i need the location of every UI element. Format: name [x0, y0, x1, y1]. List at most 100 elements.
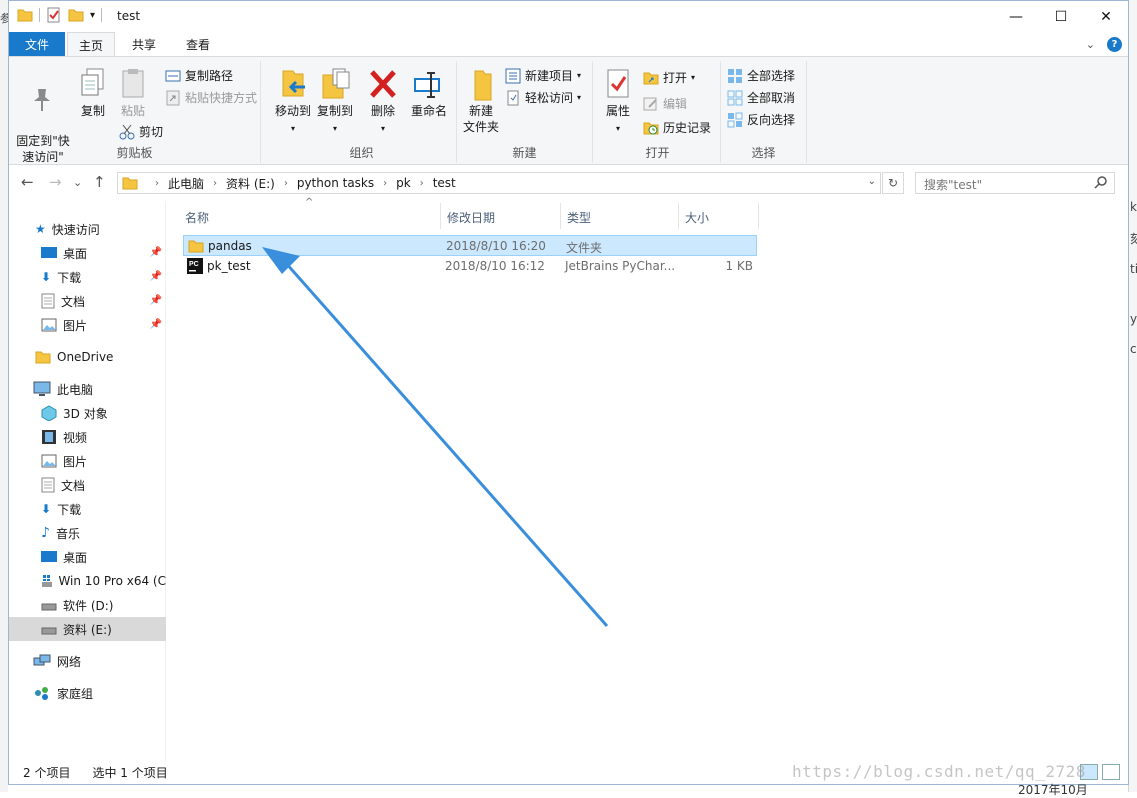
properties-button[interactable]: 属性 ▾ [599, 67, 637, 137]
nav-label: 桌面 [63, 246, 88, 261]
pin-icon[interactable]: 📌 [150, 295, 162, 306]
paste-button[interactable]: 粘贴 [115, 67, 151, 119]
maximize-button[interactable]: ☐ [1038, 1, 1084, 32]
nav-network[interactable]: 网络 [9, 649, 166, 673]
scissors-icon [119, 124, 135, 139]
file-row-pandas[interactable]: pandas 2018/8/10 16:20 文件夹 [183, 235, 757, 256]
move-to-button[interactable]: 移动到 ▾ [273, 67, 313, 137]
cut-button[interactable]: 剪切 [119, 123, 163, 140]
breadcrumb-drive-e[interactable]: 资料 (E:) [226, 175, 275, 192]
address-dropdown-chevron-icon[interactable]: ⌄ [868, 176, 876, 187]
copy-path-label: 复制路径 [185, 69, 234, 83]
column-header-size[interactable]: 大小 [679, 203, 759, 229]
nav-label: 视频 [63, 430, 88, 445]
cut-label: 剪切 [139, 125, 164, 139]
nav-homegroup[interactable]: 家庭组 [9, 681, 166, 705]
folder-icon [122, 177, 138, 190]
tab-share[interactable]: 共享 [121, 32, 167, 56]
nav-drive-c[interactable]: Win 10 Pro x64 (C [9, 569, 166, 593]
recent-locations-chevron-icon[interactable]: ⌄ [73, 176, 82, 189]
move-to-icon [282, 70, 305, 97]
nav-3d-objects[interactable]: 3D 对象 [9, 401, 166, 425]
column-header-name[interactable]: 名称 [179, 203, 441, 229]
help-icon[interactable]: ? [1107, 37, 1122, 52]
nav-pictures[interactable]: 图片 📌 [9, 313, 166, 337]
nav-onedrive[interactable]: OneDrive [9, 345, 166, 369]
bg-fragment-right-1: k [1130, 200, 1137, 214]
close-button[interactable]: ✕ [1083, 1, 1129, 32]
breadcrumb-python-tasks[interactable]: python tasks [297, 176, 374, 190]
tab-file[interactable]: 文件 [9, 32, 65, 56]
history-button[interactable]: 历史记录 [643, 119, 711, 136]
new-folder-button[interactable]: 新建 文件夹 [461, 67, 501, 135]
copy-button[interactable]: 复制 [75, 67, 111, 119]
nav-documents[interactable]: 文档 📌 [9, 289, 166, 313]
easy-access-button[interactable]: 轻松访问 ▾ [505, 89, 581, 106]
ribbon-collapse-chevron-icon[interactable]: ⌄ [1086, 38, 1095, 51]
group-clipboard: 固定到"快 速访问" 复制 粘贴 复制路径 粘贴快捷方式 剪切 剪贴板 [9, 61, 261, 164]
new-item-chevron-icon: ▾ [577, 71, 582, 80]
nav-drive-d[interactable]: 软件 (D:) [9, 593, 166, 617]
select-all-button[interactable]: 全部选择 [727, 67, 795, 84]
picture-icon [41, 454, 57, 468]
forward-arrow-icon[interactable]: → [49, 173, 62, 191]
column-header-modified[interactable]: 修改日期 [441, 203, 561, 229]
file-modified: 2018/8/10 16:12 [445, 259, 545, 273]
new-item-button[interactable]: 新建项目 ▾ [505, 67, 581, 84]
large-icons-view-button[interactable] [1102, 764, 1120, 780]
breadcrumb-this-pc[interactable]: 此电脑 [168, 175, 204, 192]
new-folder-label-line1: 新建 [468, 104, 493, 118]
nav-downloads-pc[interactable]: ⬇ 下载 [9, 497, 166, 521]
open-button[interactable]: 打开 ▾ [643, 69, 695, 86]
customize-toolbar-chevron-icon[interactable]: ▾ [90, 10, 95, 21]
nav-drive-e[interactable]: 资料 (E:) [9, 617, 166, 641]
pin-icon[interactable]: 📌 [150, 247, 162, 258]
history-icon [643, 122, 659, 134]
invert-selection-button[interactable]: 反向选择 [727, 111, 795, 128]
navigation-pane: ★ 快速访问 桌面 📌 ⬇ 下载 📌 文档 📌 图片 📌 OneDrive 此电脑 … [9, 201, 166, 761]
download-arrow-icon: ⬇ [41, 270, 52, 284]
address-bar[interactable]: › 此电脑 › 资料 (E:) › python tasks › pk › te… [117, 172, 881, 194]
nav-label: 快速访问 [51, 222, 100, 237]
back-arrow-icon[interactable]: ← [21, 173, 34, 191]
nav-downloads[interactable]: ⬇ 下载 📌 [9, 265, 166, 289]
nav-this-pc[interactable]: 此电脑 [9, 377, 166, 401]
pin-icon[interactable]: 📌 [150, 271, 162, 282]
column-header-type[interactable]: 类型 [561, 203, 679, 229]
minimize-button[interactable]: — [993, 1, 1039, 32]
paste-shortcut-icon [166, 90, 180, 105]
tab-home[interactable]: 主页 [67, 32, 115, 57]
copy-path-button[interactable]: 复制路径 [165, 67, 233, 84]
breadcrumb-pk[interactable]: pk [396, 176, 411, 190]
svg-text:PC: PC [189, 261, 199, 268]
new-folder-icon[interactable] [68, 7, 84, 23]
refresh-button[interactable]: ↻ [882, 172, 904, 194]
edit-button[interactable]: 编辑 [643, 95, 687, 112]
nav-label: 3D 对象 [63, 406, 108, 421]
nav-desktop[interactable]: 桌面 📌 [9, 241, 166, 265]
nav-pictures-pc[interactable]: 图片 [9, 449, 166, 473]
breadcrumb-test[interactable]: test [433, 176, 456, 190]
explorer-window: ▾ test — ☐ ✕ 文件 主页 共享 查看 ⌄ ? 固定到"快 速访问" … [8, 0, 1129, 785]
invert-selection-label: 反向选择 [747, 113, 796, 127]
nav-quick-access[interactable]: ★ 快速访问 [9, 217, 166, 241]
nav-documents-pc[interactable]: 文档 [9, 473, 166, 497]
select-none-button[interactable]: 全部取消 [727, 89, 795, 106]
properties-check-icon[interactable] [46, 7, 62, 23]
paste-shortcut-button[interactable]: 粘贴快捷方式 [165, 89, 257, 106]
nav-music[interactable]: ♪ 音乐 [9, 521, 166, 545]
history-label: 历史记录 [663, 121, 712, 135]
delete-button[interactable]: 删除 ▾ [365, 67, 401, 137]
pin-icon[interactable]: 📌 [150, 319, 162, 330]
rename-button[interactable]: 重命名 [407, 67, 451, 119]
search-input[interactable]: 搜索"test" [915, 172, 1115, 194]
nav-desktop-pc[interactable]: 桌面 [9, 545, 166, 569]
nav-label: 下载 [57, 502, 82, 517]
up-arrow-icon[interactable]: ↑ [93, 173, 106, 191]
toolbar-divider [101, 8, 103, 22]
nav-videos[interactable]: 视频 [9, 425, 166, 449]
file-row-pk-test[interactable]: PC pk_test 2018/8/10 16:12 JetBrains PyC… [183, 256, 757, 277]
copy-to-button[interactable]: 复制到 ▾ [315, 67, 355, 137]
window-title: test [117, 9, 141, 23]
tab-view[interactable]: 查看 [175, 32, 221, 56]
